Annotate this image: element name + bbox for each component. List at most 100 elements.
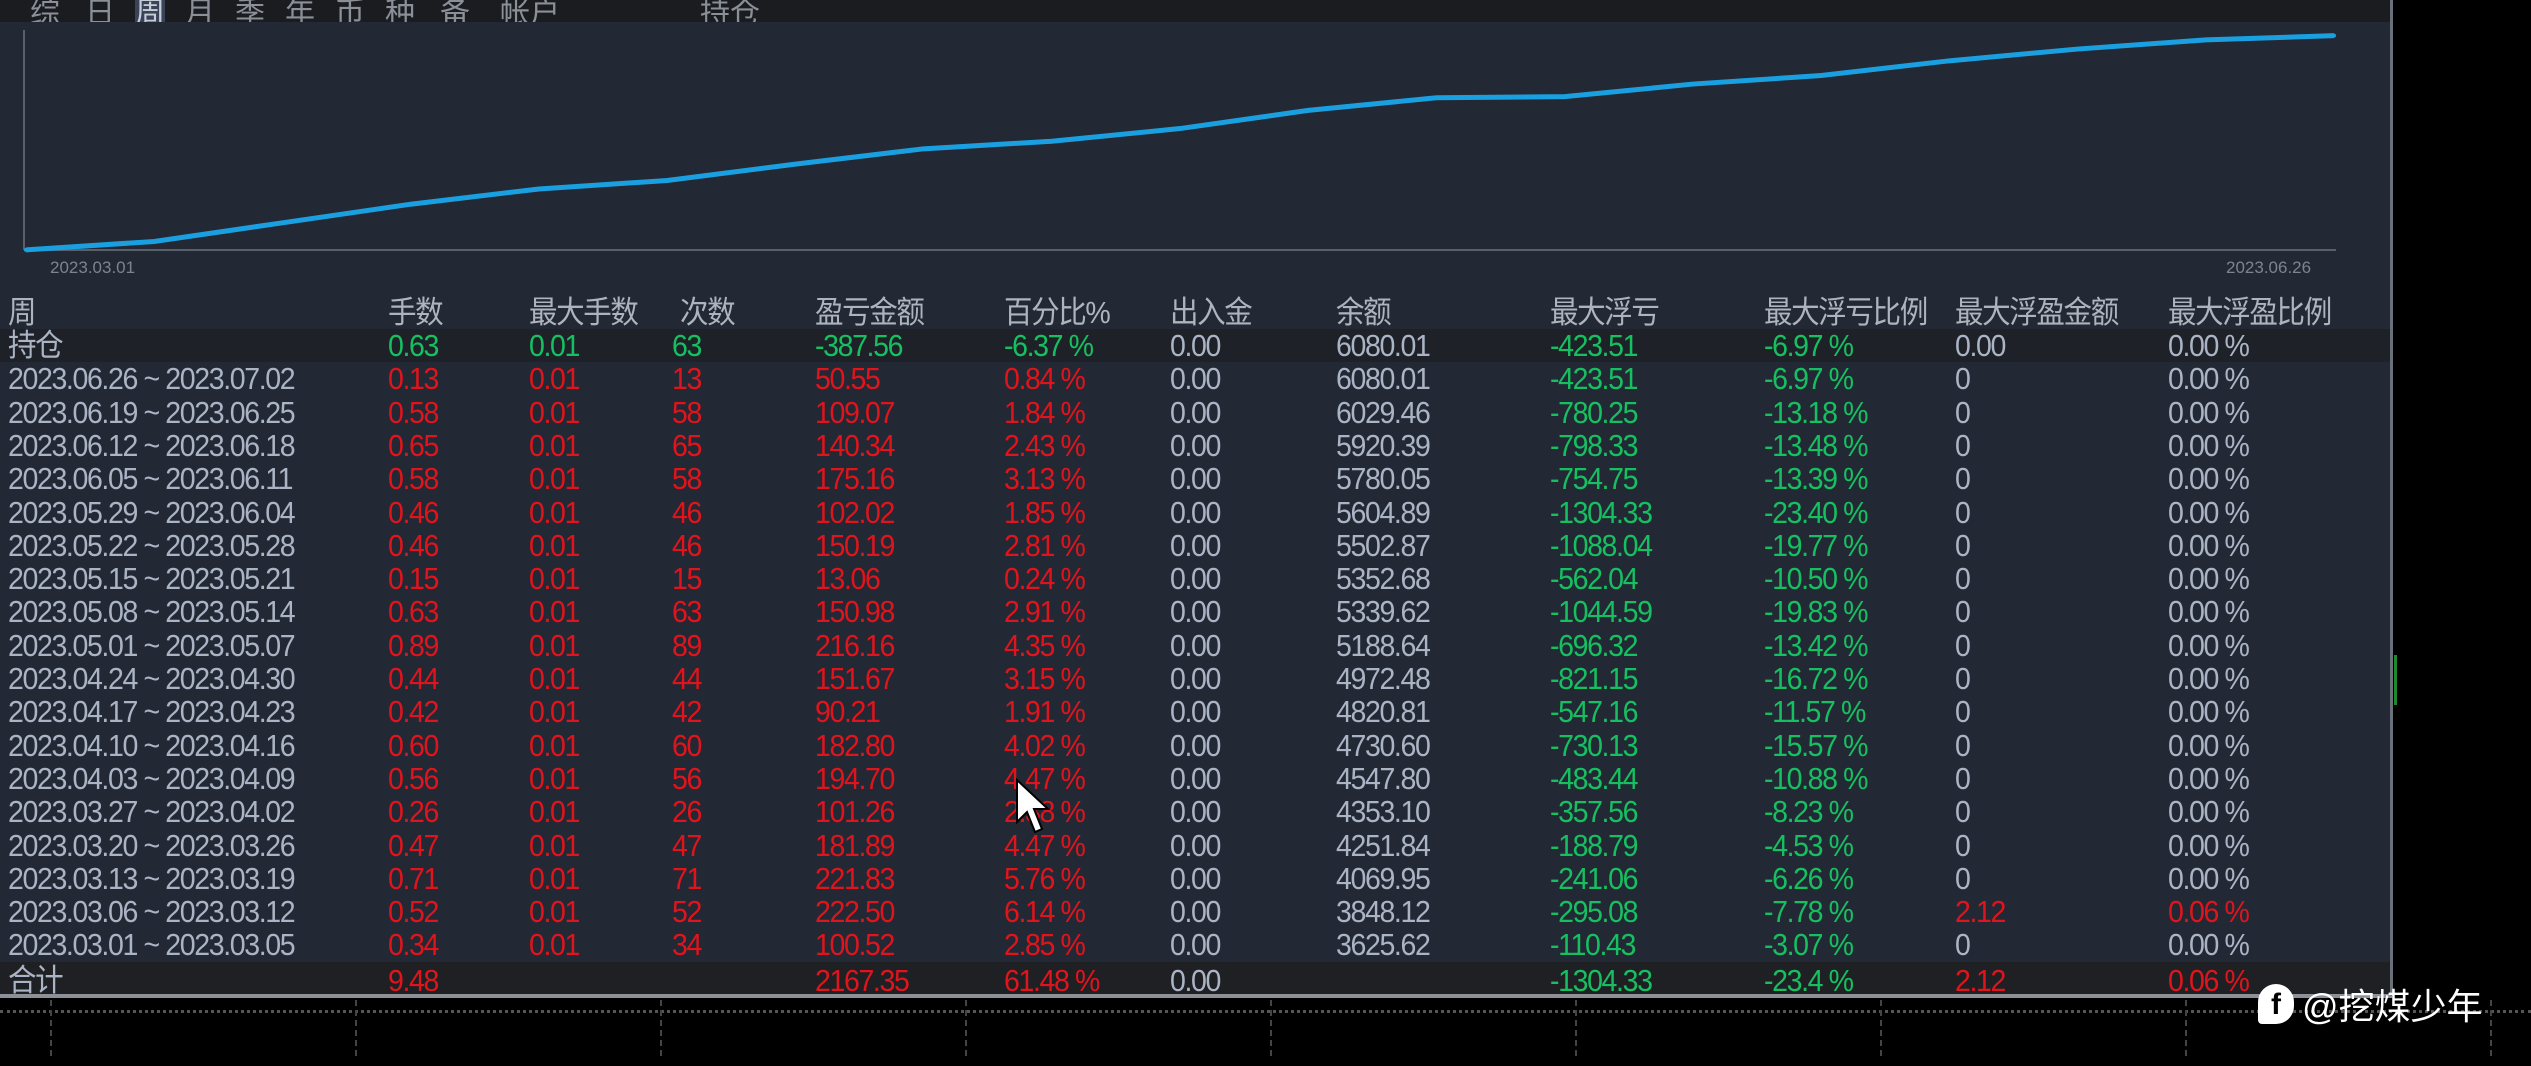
cell-max_lot: 0.01 xyxy=(529,760,580,796)
table-row[interactable]: 2023.04.10 ~ 2023.04.16 0.60 0.01 60 182.80 4… xyxy=(0,729,2392,762)
cell-max_dd: -1304.33 xyxy=(1550,494,1653,530)
tab-9[interactable]: 帐户 xyxy=(500,0,560,22)
ruler-tick xyxy=(1575,1000,1579,1056)
mouse-cursor-icon xyxy=(1016,778,1051,834)
cell-pct: 3.13 % xyxy=(1004,461,1086,497)
table-row[interactable]: 2023.03.27 ~ 2023.04.02 0.26 0.01 26 101.26 2… xyxy=(0,795,2392,828)
cell-max_dd: -357.56 xyxy=(1550,794,1638,830)
cell-count: 47 xyxy=(672,827,702,863)
cell-balance: 4251.84 xyxy=(1336,827,1431,863)
cell-lots: 0.42 xyxy=(388,694,439,730)
cell-lots: 0.89 xyxy=(388,627,439,663)
cell-balance: 4547.80 xyxy=(1336,760,1431,796)
total-pl: 2167.35 xyxy=(815,963,910,998)
cell-balance: 5780.05 xyxy=(1336,461,1431,497)
tab-4[interactable]: 季 xyxy=(235,0,265,22)
holding-pl: -387.56 xyxy=(815,328,903,363)
cell-pct: 6.14 % xyxy=(1004,894,1086,930)
table-row[interactable]: 2023.05.01 ~ 2023.05.07 0.89 0.01 89 216.16 4… xyxy=(0,629,2392,662)
cell-io: 0.00 xyxy=(1170,394,1221,430)
cell-max_dd: -188.79 xyxy=(1550,827,1638,863)
equity-point xyxy=(1049,139,1054,144)
table-row[interactable]: 2023.05.08 ~ 2023.05.14 0.63 0.01 63 150.98 2… xyxy=(0,595,2392,628)
cell-io: 0.00 xyxy=(1170,927,1221,963)
holding-max_lot: 0.01 xyxy=(529,328,580,363)
x-start-label: 2023.03.01 xyxy=(50,258,136,277)
cell-pl: 50.55 xyxy=(815,361,881,397)
cell-pct: 4.35 % xyxy=(1004,627,1086,663)
cell-max_lot: 0.01 xyxy=(529,461,580,497)
cell-max_fp: 0 xyxy=(1955,527,1971,563)
table-header: 周 手数 最大手数 次数 盈亏金额 百分比% 出入金 余额 最大浮亏 最大浮亏比例 最大浮盈金额 最大… xyxy=(0,296,2392,329)
table-row[interactable]: 2023.03.20 ~ 2023.03.26 0.47 0.01 47 181.89 4… xyxy=(0,829,2392,862)
cell-pl: 194.70 xyxy=(815,760,895,796)
equity-point xyxy=(1434,95,1439,100)
cell-week: 2023.06.19 ~ 2023.06.25 xyxy=(8,394,296,430)
equity-point xyxy=(2332,33,2336,38)
table-row[interactable]: 2023.05.29 ~ 2023.06.04 0.46 0.01 46 102.02 1… xyxy=(0,496,2392,529)
tab-6[interactable]: 币 xyxy=(335,0,365,22)
equity-line xyxy=(25,33,2335,253)
holding-max_fp: 0.00 xyxy=(1955,328,2006,363)
cell-max_lot: 0.01 xyxy=(529,494,580,530)
tab-5[interactable]: 年 xyxy=(285,0,315,22)
cell-count: 58 xyxy=(672,394,702,430)
table-row[interactable]: 2023.04.17 ~ 2023.04.23 0.42 0.01 42 90.21 1.… xyxy=(0,695,2392,728)
cell-io: 0.00 xyxy=(1170,594,1221,630)
equity-point xyxy=(1178,126,1182,131)
tab-1[interactable]: 日 xyxy=(85,0,115,22)
cell-count: 44 xyxy=(672,661,702,696)
table-row[interactable]: 2023.03.06 ~ 2023.03.12 0.52 0.01 52 222.50 6… xyxy=(0,895,2392,928)
cell-max_dd: -483.44 xyxy=(1550,760,1638,796)
cell-max_dd_pct: -15.57 % xyxy=(1764,727,1868,763)
cell-week: 2023.03.01 ~ 2023.03.05 xyxy=(8,927,296,963)
total-label: 合计 xyxy=(8,963,64,998)
cell-lots: 0.71 xyxy=(388,860,439,896)
table-row[interactable]: 2023.03.01 ~ 2023.03.05 0.34 0.01 34 100.52 2… xyxy=(0,928,2392,961)
table-row[interactable]: 2023.03.13 ~ 2023.03.19 0.71 0.01 71 221.83 5… xyxy=(0,862,2392,895)
cell-max_fp_pct: 0.00 % xyxy=(2168,661,2250,696)
cell-max_fp_pct: 0.00 % xyxy=(2168,561,2250,597)
table-row[interactable]: 2023.04.03 ~ 2023.04.09 0.56 0.01 56 194.70 4… xyxy=(0,762,2392,795)
holding-row[interactable]: 持仓 0.63 0.01 63 -387.56 -6.37 % 0.00 6080.01 -42… xyxy=(0,329,2392,362)
cell-pl: 151.67 xyxy=(815,661,895,696)
cell-pl: 140.34 xyxy=(815,427,895,463)
cell-max_dd: -821.15 xyxy=(1550,661,1638,696)
total-max_dd_pct: -23.4 % xyxy=(1764,963,1854,998)
tab-3[interactable]: 月 xyxy=(185,0,215,22)
tab-7[interactable]: 种 xyxy=(385,0,415,22)
header-1: 手数 xyxy=(388,295,444,330)
cell-max_fp: 0 xyxy=(1955,394,1971,430)
cell-count: 60 xyxy=(672,727,702,763)
cell-max_fp: 0 xyxy=(1955,494,1971,530)
cell-lots: 0.58 xyxy=(388,394,439,430)
cell-lots: 0.46 xyxy=(388,494,439,530)
cell-lots: 0.63 xyxy=(388,594,439,630)
cell-pct: 3.15 % xyxy=(1004,661,1086,696)
holding-lots: 0.63 xyxy=(388,328,439,363)
table-row[interactable]: 2023.05.15 ~ 2023.05.21 0.15 0.01 15 13.06 0.… xyxy=(0,562,2392,595)
table-row[interactable]: 2023.06.12 ~ 2023.06.18 0.65 0.01 65 140.34 2… xyxy=(0,429,2392,462)
tab-8[interactable]: 备 xyxy=(440,0,470,22)
table-row[interactable]: 2023.06.26 ~ 2023.07.02 0.13 0.01 13 50.55 0.… xyxy=(0,362,2392,395)
cell-max_fp: 0 xyxy=(1955,860,1971,896)
tab-2[interactable]: 周 xyxy=(135,0,165,22)
header-0: 周 xyxy=(8,295,36,330)
tab-0[interactable]: 综 xyxy=(30,0,60,22)
cell-io: 0.00 xyxy=(1170,894,1221,930)
equity-point xyxy=(1690,82,1695,87)
cell-max_fp_pct: 0.06 % xyxy=(2168,894,2250,930)
table-row[interactable]: 2023.06.19 ~ 2023.06.25 0.58 0.01 58 109.07 1… xyxy=(0,396,2392,429)
cell-max_dd_pct: -23.40 % xyxy=(1764,494,1868,530)
table-row[interactable]: 2023.04.24 ~ 2023.04.30 0.44 0.01 44 151.67 3… xyxy=(0,662,2392,695)
table-row[interactable]: 2023.05.22 ~ 2023.05.28 0.46 0.01 46 150.19 2… xyxy=(0,529,2392,562)
cell-lots: 0.65 xyxy=(388,427,439,463)
equity-point xyxy=(1306,108,1311,113)
cell-max_dd: -562.04 xyxy=(1550,561,1638,597)
cell-lots: 0.60 xyxy=(388,727,439,763)
tab-10[interactable]: 持仓 xyxy=(700,0,760,22)
holding-pct: -6.37 % xyxy=(1004,328,1094,363)
table-row[interactable]: 2023.06.05 ~ 2023.06.11 0.58 0.01 58 175.16 3… xyxy=(0,462,2392,495)
cell-pct: 1.91 % xyxy=(1004,694,1086,730)
cell-max_fp: 0 xyxy=(1955,694,1971,730)
